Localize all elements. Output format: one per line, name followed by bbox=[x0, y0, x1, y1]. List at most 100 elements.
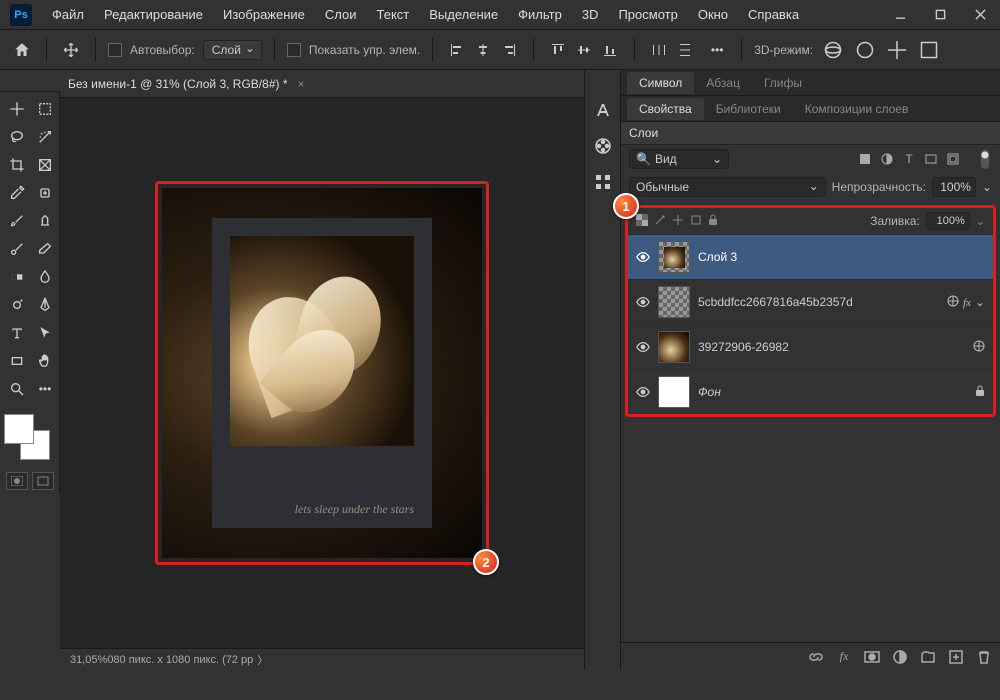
tab-properties[interactable]: Свойства bbox=[627, 98, 704, 120]
3d-scale-icon[interactable] bbox=[917, 38, 941, 62]
menu-help[interactable]: Справка bbox=[738, 7, 809, 22]
3d-orbit-icon[interactable] bbox=[821, 38, 845, 62]
blur-tool[interactable] bbox=[32, 264, 58, 290]
home-button[interactable] bbox=[10, 38, 34, 62]
foreground-color-swatch[interactable] bbox=[4, 414, 34, 444]
history-brush-tool[interactable] bbox=[4, 236, 30, 262]
layer-name-label[interactable]: 5cbddfcc2667816a45b2357d bbox=[698, 295, 939, 309]
marquee-tool[interactable] bbox=[32, 96, 58, 122]
menu-select[interactable]: Выделение bbox=[419, 7, 508, 22]
more-options-icon[interactable]: ••• bbox=[705, 38, 729, 62]
hand-tool[interactable] bbox=[32, 348, 58, 374]
type-tool[interactable] bbox=[4, 320, 30, 346]
close-button[interactable] bbox=[960, 0, 1000, 30]
filter-adjustment-icon[interactable] bbox=[880, 152, 894, 166]
show-transform-checkbox[interactable] bbox=[287, 43, 301, 57]
menu-window[interactable]: Окно bbox=[688, 7, 738, 22]
layer-thumbnail[interactable] bbox=[658, 286, 690, 318]
quick-mask-icon[interactable] bbox=[6, 472, 28, 490]
filter-toggle-switch[interactable] bbox=[978, 152, 992, 166]
lasso-tool[interactable] bbox=[4, 124, 30, 150]
lock-all-icon[interactable] bbox=[708, 214, 718, 229]
fill-field[interactable]: 100% bbox=[926, 212, 970, 230]
align-right-icon[interactable] bbox=[497, 38, 521, 62]
tab-paragraph[interactable]: Абзац bbox=[694, 72, 752, 94]
align-top-icon[interactable] bbox=[546, 38, 570, 62]
menu-edit[interactable]: Редактирование bbox=[94, 7, 213, 22]
dodge-tool[interactable] bbox=[4, 292, 30, 318]
layer-row[interactable]: 5cbddfcc2667816a45b2357d fx ⌄ bbox=[628, 279, 993, 324]
3d-pan-icon[interactable] bbox=[853, 38, 877, 62]
filter-shape-icon[interactable] bbox=[924, 152, 938, 166]
tab-symbol[interactable]: Символ bbox=[627, 72, 694, 94]
tab-glyphs[interactable]: Глифы bbox=[752, 72, 814, 94]
layer-filter-kind-dropdown[interactable]: 🔍 Вид ⌄ bbox=[629, 149, 729, 169]
zoom-level[interactable]: 31,05% bbox=[70, 654, 107, 666]
lock-transparency-icon[interactable] bbox=[636, 214, 648, 229]
tab-libraries[interactable]: Библиотеки bbox=[704, 98, 793, 120]
lock-icon[interactable] bbox=[975, 385, 985, 400]
magic-wand-tool[interactable] bbox=[32, 124, 58, 150]
delete-layer-icon[interactable] bbox=[976, 649, 992, 665]
canvas[interactable]: lets sleep under the stars 2 bbox=[60, 98, 584, 648]
layer-thumbnail[interactable] bbox=[658, 376, 690, 408]
layer-name-label[interactable]: Слой 3 bbox=[698, 250, 977, 264]
menu-file[interactable]: Файл bbox=[42, 7, 94, 22]
align-bottom-icon[interactable] bbox=[598, 38, 622, 62]
layer-row[interactable]: 39272906-26982 bbox=[628, 324, 993, 369]
document-tab-close-icon[interactable]: × bbox=[298, 77, 305, 91]
fx-expand-icon[interactable]: ⌄ bbox=[975, 295, 985, 309]
layer-fx-icon[interactable]: fx bbox=[963, 295, 971, 309]
clone-stamp-tool[interactable] bbox=[32, 208, 58, 234]
minimize-button[interactable] bbox=[880, 0, 920, 30]
menu-3d[interactable]: 3D bbox=[572, 7, 609, 22]
menu-view[interactable]: Просмотр bbox=[608, 7, 687, 22]
document-tab[interactable]: Без имени-1 @ 31% (Слой 3, RGB/8#) * × bbox=[60, 70, 584, 98]
layer-mask-icon[interactable] bbox=[864, 649, 880, 665]
color-swatches[interactable] bbox=[4, 414, 54, 464]
filter-type-icon[interactable]: T bbox=[902, 152, 916, 166]
healing-brush-tool[interactable] bbox=[32, 180, 58, 206]
rectangle-tool[interactable] bbox=[4, 348, 30, 374]
frame-tool[interactable] bbox=[32, 152, 58, 178]
distribute-v-icon[interactable] bbox=[673, 38, 697, 62]
layer-row[interactable]: Слой 3 bbox=[628, 234, 993, 279]
3d-slide-icon[interactable] bbox=[885, 38, 909, 62]
layer-name-label[interactable]: 39272906-26982 bbox=[698, 340, 965, 354]
zoom-tool[interactable] bbox=[4, 376, 30, 402]
group-layers-icon[interactable] bbox=[920, 649, 936, 665]
layer-visibility-icon[interactable] bbox=[636, 250, 650, 264]
move-tool[interactable] bbox=[4, 96, 30, 122]
gradient-tool[interactable] bbox=[4, 264, 30, 290]
brush-tool[interactable] bbox=[4, 208, 30, 234]
fill-caret-icon[interactable]: ⌄ bbox=[976, 215, 985, 228]
auto-select-checkbox[interactable] bbox=[108, 43, 122, 57]
layer-visibility-icon[interactable] bbox=[636, 295, 650, 309]
filter-pixel-icon[interactable] bbox=[858, 152, 872, 166]
lock-pixels-icon[interactable] bbox=[654, 214, 666, 229]
adjustment-layer-icon[interactable] bbox=[892, 649, 908, 665]
distribute-h-icon[interactable] bbox=[647, 38, 671, 62]
path-selection-tool[interactable] bbox=[32, 320, 58, 346]
lock-artboard-icon[interactable] bbox=[690, 214, 702, 229]
new-layer-icon[interactable] bbox=[948, 649, 964, 665]
opacity-field[interactable]: 100% bbox=[932, 177, 976, 197]
align-left-icon[interactable] bbox=[445, 38, 469, 62]
auto-select-target-dropdown[interactable]: Слой bbox=[203, 40, 262, 60]
opacity-caret-icon[interactable]: ⌄ bbox=[982, 180, 992, 194]
layer-style-icon[interactable]: fx bbox=[836, 649, 852, 665]
screen-mode-icon[interactable] bbox=[32, 472, 54, 490]
align-hcenter-icon[interactable] bbox=[471, 38, 495, 62]
edit-toolbar-icon[interactable]: ••• bbox=[32, 376, 58, 402]
layer-name-label[interactable]: Фон bbox=[698, 385, 967, 399]
eyedropper-tool[interactable] bbox=[4, 180, 30, 206]
menu-image[interactable]: Изображение bbox=[213, 7, 315, 22]
layer-row[interactable]: Фон bbox=[628, 369, 993, 414]
menu-type[interactable]: Текст bbox=[367, 7, 420, 22]
eraser-tool[interactable] bbox=[32, 236, 58, 262]
layer-thumbnail[interactable] bbox=[658, 331, 690, 363]
layer-thumbnail[interactable] bbox=[658, 241, 690, 273]
layer-visibility-icon[interactable] bbox=[636, 340, 650, 354]
character-panel-icon[interactable] bbox=[593, 100, 613, 120]
crop-tool[interactable] bbox=[4, 152, 30, 178]
